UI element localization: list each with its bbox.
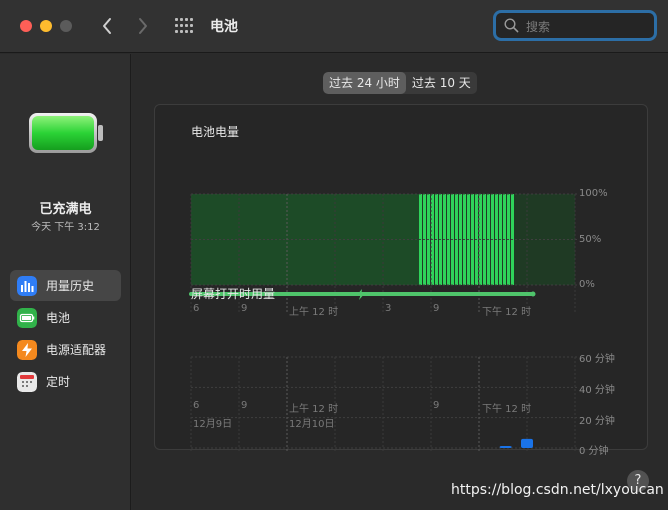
chevron-left-icon (103, 18, 111, 34)
chevron-right-icon (139, 18, 147, 34)
screen-usage-chart-title: 屏幕打开时用量 (191, 287, 276, 301)
search-placeholder: 搜索 (526, 20, 551, 34)
sidebar-item-schedule[interactable]: 定时 (10, 366, 121, 397)
sidebar-item-label: 定时 (46, 375, 71, 389)
show-all-grid-button[interactable] (175, 17, 195, 35)
usage-date-label: 12月9日 (193, 419, 233, 430)
usage-x-label: 上午 12 时 (289, 404, 339, 415)
battery-level-chart (189, 193, 579, 451)
calendar-icon (17, 372, 37, 392)
sidebar-item-label: 用量历史 (46, 279, 95, 293)
usage-x-label: 9 (433, 400, 440, 411)
watermark-text: https://blog.csdn.net/lxyoucan (451, 482, 664, 498)
close-window-button[interactable] (20, 20, 32, 32)
minimize-window-button[interactable] (40, 20, 52, 32)
battery-x-label: 9 (433, 303, 440, 314)
usage-date-label: 12月10日 (289, 419, 335, 430)
back-button[interactable] (96, 14, 118, 38)
battery-x-label: 下午 12 时 (482, 307, 532, 318)
usage-y-label-60: 60 分钟 (579, 354, 615, 365)
window-title: 电池 (210, 19, 238, 35)
time-range-segment: 过去 24 小时 过去 10 天 (323, 72, 477, 94)
battery-y-label-0: 0% (579, 279, 595, 290)
title-bar: 电池 搜索 (0, 0, 668, 53)
chart-bars-icon (17, 276, 37, 296)
sidebar-item-label: 电池 (46, 311, 71, 325)
sidebar-item-battery[interactable]: 电池 (10, 302, 121, 333)
battery-status-time: 今天 下午 3:12 (31, 222, 100, 233)
segment-last-24-hours[interactable]: 过去 24 小时 (323, 72, 406, 94)
sidebar: 已充满电 今天 下午 3:12 用量历史 电池 电源适配器 定时 (0, 54, 131, 510)
sidebar-item-usage-history[interactable]: 用量历史 (10, 270, 121, 301)
sidebar-item-label: 电源适配器 (46, 343, 107, 357)
battery-x-label: 9 (241, 303, 248, 314)
battery-y-label-50: 50% (579, 234, 602, 245)
segment-last-10-days[interactable]: 过去 10 天 (406, 72, 477, 94)
charge-status-end-dot (530, 291, 536, 297)
battery-full-icon (29, 113, 103, 153)
usage-bar (521, 438, 533, 448)
usage-x-label: 9 (241, 400, 248, 411)
usage-x-label: 下午 12 时 (482, 404, 532, 415)
battery-icon (17, 308, 37, 328)
battery-status-title: 已充满电 (39, 202, 92, 217)
usage-y-label-40: 40 分钟 (579, 385, 615, 396)
bolt-icon (17, 340, 37, 360)
search-icon (504, 18, 519, 33)
battery-x-label: 上午 12 时 (289, 307, 339, 318)
sidebar-item-power-adapter[interactable]: 电源适配器 (10, 334, 121, 365)
forward-button[interactable] (132, 14, 154, 38)
zoom-window-button[interactable] (60, 20, 72, 32)
usage-y-label-0: 0 分钟 (579, 446, 609, 457)
usage-bar (499, 446, 512, 448)
battery-y-label-100: 100% (579, 188, 608, 199)
battery-x-label: 6 (193, 303, 200, 314)
usage-x-label: 6 (193, 400, 200, 411)
usage-y-label-20: 20 分钟 (579, 416, 615, 427)
battery-x-label: 3 (385, 303, 392, 314)
usage-panel: 电池电量 100% 50% 0% 6 9 上午 12 时 3 9 下午 12 时… (154, 104, 648, 457)
main-content: 过去 24 小时 过去 10 天 电池电量 100% 50% 0% 6 9 上午… (132, 54, 668, 510)
search-field[interactable]: 搜索 (493, 10, 657, 41)
